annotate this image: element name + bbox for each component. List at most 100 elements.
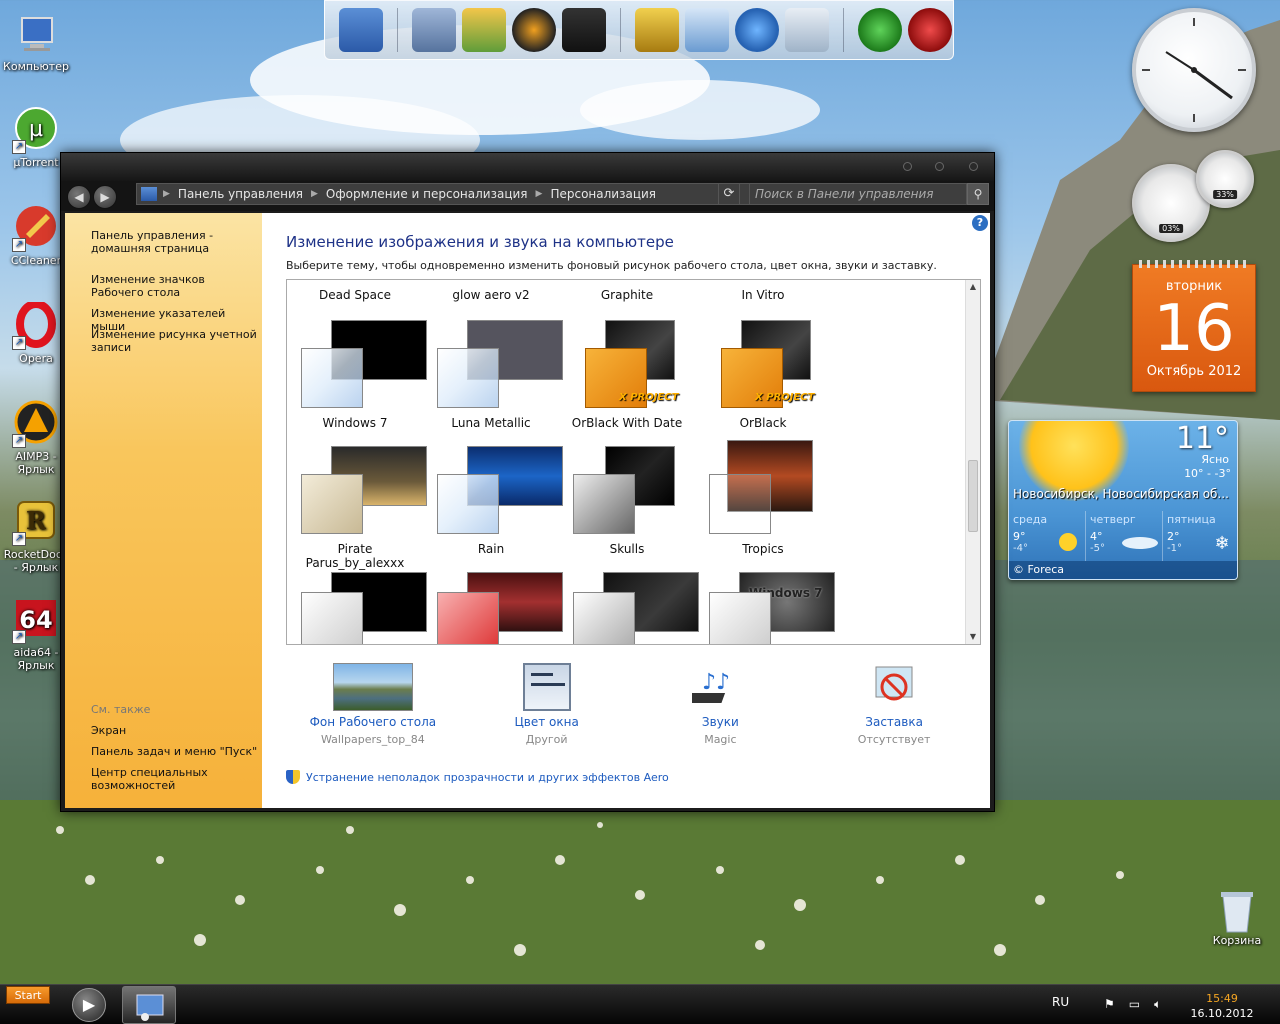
- help-icon[interactable]: ?: [972, 215, 988, 231]
- dock-pictures-icon[interactable]: [462, 8, 506, 52]
- memory-meter-gadget[interactable]: 33%: [1196, 150, 1254, 208]
- theme-window-thumb: [301, 348, 363, 408]
- shortcut-arrow-icon: ↗: [12, 336, 26, 350]
- theme-item[interactable]: Skulls: [559, 440, 695, 560]
- window-titlebar[interactable]: [61, 153, 994, 181]
- theme-item[interactable]: X PROJECT OrBlack With Date: [559, 314, 695, 434]
- theme-item[interactable]: Windows 7: [287, 314, 427, 434]
- language-indicator[interactable]: RU: [1052, 995, 1069, 1009]
- theme-name[interactable]: In Vitro: [695, 288, 831, 302]
- dock-network-icon[interactable]: [735, 8, 779, 52]
- dock-computer-icon[interactable]: [339, 8, 383, 52]
- desktop-icon-computer[interactable]: Компьютер: [0, 10, 72, 73]
- scroll-up-icon[interactable]: ▲: [966, 280, 980, 294]
- theme-row-partial: Dead Space glow aero v2 Graphite In Vitr…: [287, 288, 967, 302]
- screensaver-icon: [870, 663, 918, 711]
- calendar-month-year: Октябрь 2012: [1146, 364, 1242, 379]
- svg-text:♪♪: ♪♪: [702, 670, 730, 695]
- screensaver-setting[interactable]: Заставка Отсутствует: [814, 657, 974, 757]
- dock-rocketdock-icon[interactable]: [635, 8, 679, 52]
- shield-icon: [286, 770, 300, 784]
- scroll-down-icon[interactable]: ▼: [966, 630, 980, 644]
- theme-item[interactable]: [559, 566, 699, 644]
- theme-window-thumb: [437, 348, 499, 408]
- xproject-label: X PROJECT: [619, 392, 679, 403]
- theme-window-thumb: [709, 474, 771, 534]
- search-input[interactable]: Поиск в Панели управления: [749, 183, 967, 205]
- theme-item[interactable]: Rain: [423, 440, 563, 560]
- dock-documents-icon[interactable]: [412, 8, 456, 52]
- back-button[interactable]: ◀: [67, 185, 91, 209]
- theme-list-scrollbar[interactable]: ▲ ▼: [965, 280, 980, 644]
- shortcut-arrow-icon: ↗: [12, 434, 26, 448]
- rocketdock-bar: [324, 0, 954, 60]
- snow-icon: ❄: [1214, 533, 1229, 553]
- address-bar[interactable]: ▶ Панель управления ▶ Оформление и персо…: [136, 183, 776, 205]
- theme-list[interactable]: Dead Space glow aero v2 Graphite In Vitr…: [286, 279, 981, 645]
- forward-button[interactable]: ▶: [93, 185, 117, 209]
- weather-city: Новосибирск, Новосибирская об...: [1013, 487, 1229, 501]
- sidebar-link-home[interactable]: Панель управления - домашняя страница: [91, 229, 259, 255]
- theme-name[interactable]: Dead Space: [287, 288, 423, 302]
- forecast-day-name: пятница: [1167, 513, 1216, 526]
- dock-recycle-bin-icon[interactable]: [785, 8, 829, 52]
- dock-music-icon[interactable]: [512, 8, 556, 52]
- clock-tray[interactable]: 15:49 16.10.2012: [1190, 991, 1254, 1021]
- dock-videos-icon[interactable]: [562, 8, 606, 52]
- theme-item[interactable]: X PROJECT OrBlack: [695, 314, 831, 434]
- theme-name[interactable]: glow aero v2: [423, 288, 559, 302]
- desktop-icon-label: Корзина: [1212, 934, 1262, 947]
- utorrent-icon: µ ↗: [12, 106, 60, 154]
- dock-restart-icon[interactable]: [858, 8, 902, 52]
- breadcrumb-appearance[interactable]: Оформление и персонализация: [320, 187, 534, 201]
- weather-gadget[interactable]: 11° Ясно 10° - -3° Новосибирск, Новосиби…: [1008, 420, 1238, 580]
- theme-item[interactable]: [423, 566, 563, 644]
- forecast-day: среда 9° -4°: [1009, 511, 1086, 561]
- dock-control-panel-icon[interactable]: [685, 8, 729, 52]
- sounds-setting[interactable]: ♪♪ Звуки Magic: [640, 657, 800, 757]
- theme-item[interactable]: Luna Metallic: [423, 314, 563, 434]
- main-pane: ? Изменение изображения и звука на компь…: [262, 213, 990, 808]
- media-player-icon[interactable]: ▶: [72, 988, 106, 1022]
- search-icon[interactable]: ⚲: [967, 183, 989, 205]
- desktop-background-setting[interactable]: Фон Рабочего стола Wallpapers_top_84: [293, 657, 453, 757]
- minimize-button[interactable]: [903, 162, 912, 171]
- theme-item[interactable]: Tropics: [695, 440, 831, 560]
- taskbar-control-panel-button[interactable]: [122, 986, 176, 1024]
- see-also-taskbar[interactable]: Панель задач и меню "Пуск": [91, 745, 259, 758]
- sidebar-link-desktop-icons[interactable]: Изменение значков Рабочего стола: [91, 273, 259, 299]
- volume-icon[interactable]: 🔈︎: [1154, 997, 1161, 1012]
- breadcrumb-personalization[interactable]: Персонализация: [544, 187, 662, 201]
- network-icon[interactable]: ▭: [1129, 997, 1140, 1012]
- sounds-icon: ♪♪: [681, 663, 748, 711]
- theme-window-thumb: [573, 474, 635, 534]
- theme-item[interactable]: Pirate Parus_by_alexxx: [287, 440, 427, 570]
- aero-troubleshoot-link[interactable]: Устранение неполадок прозрачности и друг…: [286, 770, 669, 784]
- control-panel-icon: [136, 994, 164, 1021]
- theme-item[interactable]: [287, 566, 427, 644]
- breadcrumb-control-panel[interactable]: Панель управления: [172, 187, 309, 201]
- action-center-flag-icon[interactable]: ⚑: [1104, 997, 1115, 1012]
- clock-gadget[interactable]: [1132, 8, 1256, 132]
- calendar-gadget[interactable]: вторник 16 Октябрь 2012: [1132, 260, 1256, 392]
- theme-name[interactable]: Graphite: [559, 288, 695, 302]
- close-button[interactable]: [969, 162, 978, 171]
- sidebar-link-account-picture[interactable]: Изменение рисунка учетной записи: [91, 328, 259, 354]
- weather-temperature: 11°: [1175, 421, 1229, 456]
- maximize-button[interactable]: [935, 162, 944, 171]
- start-button[interactable]: Start: [6, 986, 50, 1004]
- see-also-ease-of-access[interactable]: Центр специальных возможностей: [91, 766, 259, 792]
- setting-label: Заставка: [865, 715, 923, 729]
- theme-row: Windows 7: [287, 566, 967, 644]
- see-also-display[interactable]: Экран: [91, 724, 259, 737]
- scroll-thumb[interactable]: [968, 460, 978, 532]
- recycle-bin-icon: [1221, 892, 1253, 933]
- refresh-button[interactable]: ⟳: [718, 183, 740, 205]
- window-color-setting[interactable]: Цвет окна Другой: [467, 657, 627, 757]
- theme-item[interactable]: Windows 7: [695, 566, 835, 644]
- breadcrumb-separator: ▶: [163, 189, 170, 199]
- weather-footer[interactable]: © Foreca: [1009, 561, 1237, 579]
- dock-shutdown-icon[interactable]: [908, 8, 952, 52]
- desktop-icon-recycle-bin[interactable]: Корзина: [1208, 888, 1266, 947]
- forecast-day-name: четверг: [1090, 513, 1136, 526]
